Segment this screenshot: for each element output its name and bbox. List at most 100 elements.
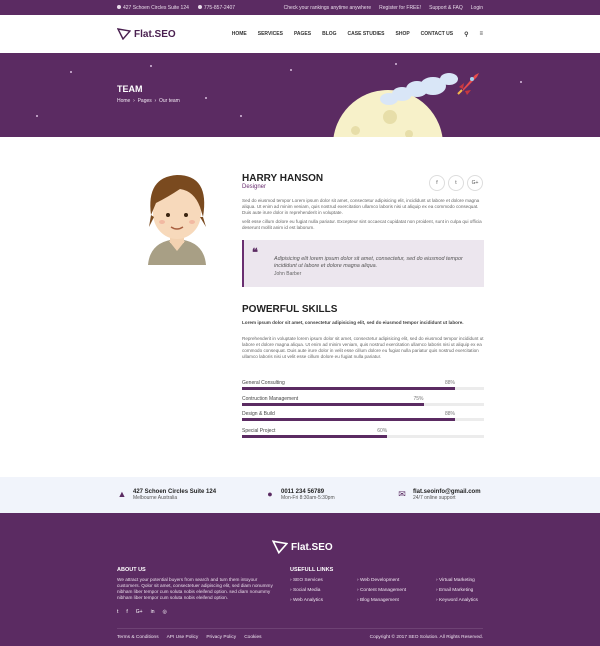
register-link[interactable]: Register for FREE! xyxy=(379,5,421,11)
facebook-icon[interactable]: f xyxy=(429,175,445,191)
copyright: Copyright © 2017 SEO Solution. All Right… xyxy=(369,635,483,640)
links-heading: USEFULL LINKS xyxy=(290,567,334,573)
star-decoration xyxy=(290,69,292,71)
facebook-icon[interactable]: f xyxy=(126,609,127,615)
member-role: Designer xyxy=(242,184,267,190)
blockquote: ❝ Adipisicing elit lorem ipsum dolor sit… xyxy=(242,240,484,287)
skill-fill xyxy=(242,418,455,421)
phone-info: 775-857-2407 xyxy=(197,5,235,11)
site-logo[interactable]: Flat.SEO xyxy=(117,28,176,40)
footer-link[interactable]: › Blog Management xyxy=(357,598,399,603)
rankings-link[interactable]: Check your rankings anytime anywhere xyxy=(284,5,372,11)
login-link[interactable]: Login xyxy=(471,5,483,11)
skill-percent: 60% xyxy=(377,428,388,434)
skill-percent: 88% xyxy=(444,411,455,417)
page-title: TEAM xyxy=(117,84,143,94)
rocket-icon xyxy=(457,73,479,95)
location-icon xyxy=(117,5,121,10)
skill-fill xyxy=(242,435,388,438)
breadcrumb-pages[interactable]: Pages xyxy=(138,98,152,104)
privacy-link[interactable]: Privacy Policy xyxy=(206,635,236,640)
footer-link[interactable]: › Social Media xyxy=(290,588,320,593)
footer-link[interactable]: › Content Management xyxy=(357,588,406,593)
user-icon: ● xyxy=(267,489,273,499)
dribbble-icon[interactable]: ◎ xyxy=(163,609,167,615)
quote-text: Adipisicing elit lorem ipsum dolor sit a… xyxy=(274,256,463,269)
quote-author: John Barber xyxy=(274,271,302,277)
skill-percent: 88% xyxy=(444,380,455,386)
footer-logo[interactable]: Flat.SEO xyxy=(272,540,333,554)
building-icon: ▲ xyxy=(117,489,127,499)
footer-link[interactable]: › SEO Services xyxy=(290,578,323,583)
twitter-icon[interactable]: t xyxy=(448,175,464,191)
skill-label: Design & Build xyxy=(242,411,275,417)
skill-track xyxy=(242,435,484,438)
footer-link[interactable]: › Keyword Analytics xyxy=(436,598,478,603)
breadcrumb: Home › Pages › Our team xyxy=(117,98,180,104)
star-decoration xyxy=(520,81,522,83)
breadcrumb-current: Our team xyxy=(159,98,180,104)
skill-percent: 75% xyxy=(413,396,424,402)
footer-social: t f G+ in ◎ xyxy=(117,609,167,615)
support-link[interactable]: Support & FAQ xyxy=(429,5,463,11)
contact-address: ▲ 427 Schoen Circles Suite 124 Melbourne … xyxy=(117,489,217,501)
bio-paragraph: velit esse cillum dolore eu fugiat nulla… xyxy=(242,219,482,230)
nav-home[interactable]: HOME xyxy=(232,31,247,37)
linkedin-icon[interactable]: in xyxy=(151,609,155,615)
main-nav: Flat.SEO HOME SERVICES PAGES BLOG CASE S… xyxy=(0,15,600,53)
skill-label: Special Project xyxy=(242,428,276,434)
star-decoration xyxy=(70,71,72,73)
skill-fill xyxy=(242,403,424,406)
skills-paragraph: Reprehenderit in voluptate lorem ipsum d… xyxy=(242,336,484,359)
footer-link[interactable]: › Web Development xyxy=(357,578,399,583)
nav-services[interactable]: SERVICES xyxy=(258,31,283,37)
contact-phone: ● 0011 234 56789 Mon-Fri 8:30am-5:30pm xyxy=(265,489,334,501)
contact-email: ✉ flat.seoinfo@gmail.com 24/7 online supp… xyxy=(398,489,481,501)
star-decoration xyxy=(395,63,397,65)
footer-link[interactable]: › Web Analytics xyxy=(290,598,323,603)
skill-track xyxy=(242,418,484,421)
skill-track xyxy=(242,403,484,406)
nav-contact[interactable]: CONTACT US xyxy=(421,31,453,37)
terms-link[interactable]: Terms & Conditions xyxy=(117,635,159,640)
footer-link[interactable]: › Email Marketing xyxy=(436,588,473,593)
nav-pages[interactable]: PAGES xyxy=(294,31,311,37)
bio-paragraph: Sed do eiusmod tempor Lorem ipsum dolor … xyxy=(242,198,480,215)
logo-icon xyxy=(117,28,131,40)
star-decoration xyxy=(36,115,38,117)
star-decoration xyxy=(240,115,242,117)
moon-crater xyxy=(383,110,397,124)
search-icon[interactable]: ⚲ xyxy=(464,31,468,38)
team-member-avatar xyxy=(148,175,206,265)
phone-icon xyxy=(197,5,202,10)
twitter-icon[interactable]: t xyxy=(117,609,118,615)
menu-icon[interactable]: ≡ xyxy=(479,31,483,37)
nav-shop[interactable]: SHOP xyxy=(396,31,410,37)
top-bar: 427 Schoen Circles Suite 124 775-857-240… xyxy=(0,0,600,15)
footer-link[interactable]: › Virtual Marketing xyxy=(436,578,475,583)
member-name: HARRY HANSON xyxy=(242,173,324,184)
skill-label: General Consulting xyxy=(242,380,285,386)
skill-label: Contruction Management xyxy=(242,396,299,402)
footer: Flat.SEO ABOUT US We attract your potent… xyxy=(0,513,600,646)
google-plus-icon[interactable]: G+ xyxy=(136,609,143,615)
breadcrumb-home[interactable]: Home xyxy=(117,98,130,104)
star-decoration xyxy=(205,97,207,99)
page-hero: TEAM Home › Pages › Our team xyxy=(0,53,600,137)
about-text: We attract your potential buyers from se… xyxy=(117,577,273,600)
skill-fill xyxy=(242,387,455,390)
api-policy-link[interactable]: API Use Policy xyxy=(167,635,199,640)
logo-icon xyxy=(272,540,288,554)
address-info: 427 Schoen Circles Suite 124 xyxy=(117,5,189,11)
quote-icon: ❝ xyxy=(252,247,258,259)
skill-track xyxy=(242,387,484,390)
skills-heading: POWERFUL SKILLS xyxy=(242,304,338,315)
cookies-link[interactable]: Cookies xyxy=(244,635,261,640)
skills-lead: Lorem ipsum dolor sit amet, consectetur … xyxy=(242,320,464,325)
moon-crater xyxy=(351,126,360,135)
footer-divider xyxy=(117,628,483,629)
nav-blog[interactable]: BLOG xyxy=(322,31,336,37)
nav-case-studies[interactable]: CASE STUDIES xyxy=(348,31,385,37)
mail-icon: ✉ xyxy=(398,489,406,499)
google-plus-icon[interactable]: G+ xyxy=(467,175,483,191)
